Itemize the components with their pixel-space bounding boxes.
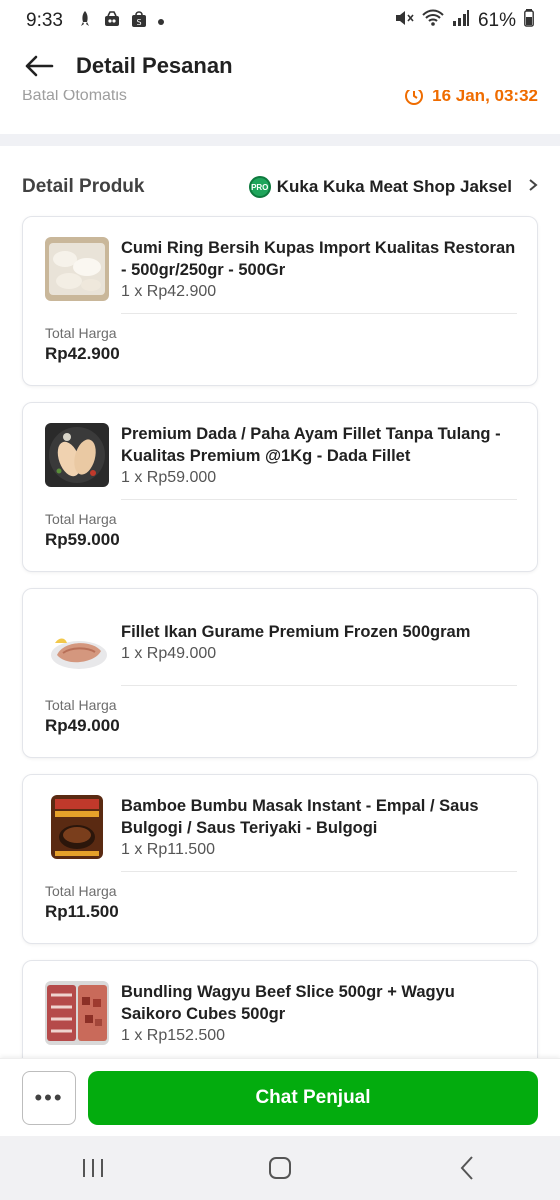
back-nav-icon[interactable] xyxy=(437,1148,497,1188)
chevron-right-icon xyxy=(528,178,538,197)
card-divider xyxy=(121,499,517,500)
product-name: Cumi Ring Bersih Kupas Import Kualitas R… xyxy=(121,239,516,279)
product-section-header: Detail Produk PRO Kuka Kuka Meat Shop Ja… xyxy=(22,172,538,202)
total-label: Total Harga xyxy=(45,511,117,527)
product-name: Bundling Wagyu Beef Slice 500gr + Wagyu … xyxy=(121,983,455,1023)
total-value: Rp42.900 xyxy=(45,344,120,363)
product-info: Fillet Ikan Gurame Premium Frozen 500gra… xyxy=(121,621,519,665)
product-card[interactable]: Bamboe Bumbu Masak Instant - Empal / Sau… xyxy=(22,774,538,944)
product-image xyxy=(45,981,109,1045)
signal-icon xyxy=(452,9,470,33)
product-quantity-price: 1 x Rp59.000 xyxy=(121,469,217,486)
arrow-left-icon xyxy=(25,55,54,77)
page-title: Detail Pesanan xyxy=(76,53,233,78)
product-image xyxy=(45,617,109,681)
section-divider xyxy=(0,134,560,146)
product-quantity-price: 1 x Rp152.500 xyxy=(121,1027,226,1044)
system-icons: 61% xyxy=(394,9,534,33)
product-card[interactable]: Premium Dada / Paha Ayam Fillet Tanpa Tu… xyxy=(22,402,538,572)
product-name: Premium Dada / Paha Ayam Fillet Tanpa Tu… xyxy=(121,425,501,465)
product-quantity-price: 1 x Rp42.900 xyxy=(121,283,217,300)
more-options-button[interactable]: ••• xyxy=(22,1070,76,1125)
product-quantity-price: 1 x Rp49.000 xyxy=(121,645,217,662)
total-label: Total Harga xyxy=(45,697,117,713)
shop-link[interactable]: PRO Kuka Kuka Meat Shop Jaksel xyxy=(248,176,538,198)
product-info: Bamboe Bumbu Masak Instant - Empal / Sau… xyxy=(121,795,519,861)
total-label: Total Harga xyxy=(45,883,117,899)
product-name: Bamboe Bumbu Masak Instant - Empal / Sau… xyxy=(121,797,479,837)
product-info: Premium Dada / Paha Ayam Fillet Tanpa Tu… xyxy=(121,423,519,489)
battery-icon xyxy=(524,9,534,33)
total-value: Rp49.000 xyxy=(45,716,120,735)
auto-cancel-row: Batal Otomatis 16 Jan, 03:32 xyxy=(0,86,560,114)
total-value: Rp59.000 xyxy=(45,530,120,549)
rocket-icon xyxy=(77,10,93,33)
status-time: 9:33 xyxy=(26,10,63,31)
card-divider xyxy=(121,313,517,314)
store-icon xyxy=(103,10,121,33)
card-divider xyxy=(121,685,517,686)
status-bar: 9:33 S 61% xyxy=(0,0,560,42)
product-card[interactable]: Cumi Ring Bersih Kupas Import Kualitas R… xyxy=(22,216,538,386)
notification-icons: S xyxy=(77,10,165,33)
shop-name: Kuka Kuka Meat Shop Jaksel xyxy=(276,177,512,196)
back-button[interactable] xyxy=(22,49,56,83)
product-image xyxy=(51,795,103,859)
shopping-bag-icon: S xyxy=(131,10,147,33)
mute-icon xyxy=(394,9,414,33)
home-icon[interactable] xyxy=(250,1148,310,1188)
svg-text:S: S xyxy=(136,18,141,27)
product-info: Cumi Ring Bersih Kupas Import Kualitas R… xyxy=(121,237,519,303)
product-image xyxy=(45,237,109,301)
total-value: Rp11.500 xyxy=(45,902,119,921)
product-name: Fillet Ikan Gurame Premium Frozen 500gra… xyxy=(121,623,471,641)
card-divider xyxy=(121,871,517,872)
product-card[interactable]: Fillet Ikan Gurame Premium Frozen 500gra… xyxy=(22,588,538,758)
app-header: Detail Pesanan xyxy=(0,42,560,90)
product-image xyxy=(45,423,109,487)
product-quantity-price: 1 x Rp11.500 xyxy=(121,841,215,858)
total-label: Total Harga xyxy=(45,325,117,341)
dot-icon xyxy=(157,11,165,31)
battery-text: 61% xyxy=(477,10,516,31)
wifi-icon xyxy=(422,9,444,33)
product-info: Bundling Wagyu Beef Slice 500gr + Wagyu … xyxy=(121,981,519,1047)
pro-badge-icon: PRO xyxy=(248,176,271,198)
bottom-action-bar: ••• Chat Penjual xyxy=(0,1058,560,1136)
section-title: Detail Produk xyxy=(22,176,145,197)
chat-seller-button[interactable]: Chat Penjual xyxy=(88,1070,538,1125)
recent-apps-icon[interactable] xyxy=(63,1148,123,1188)
system-navigation-bar xyxy=(0,1136,560,1200)
